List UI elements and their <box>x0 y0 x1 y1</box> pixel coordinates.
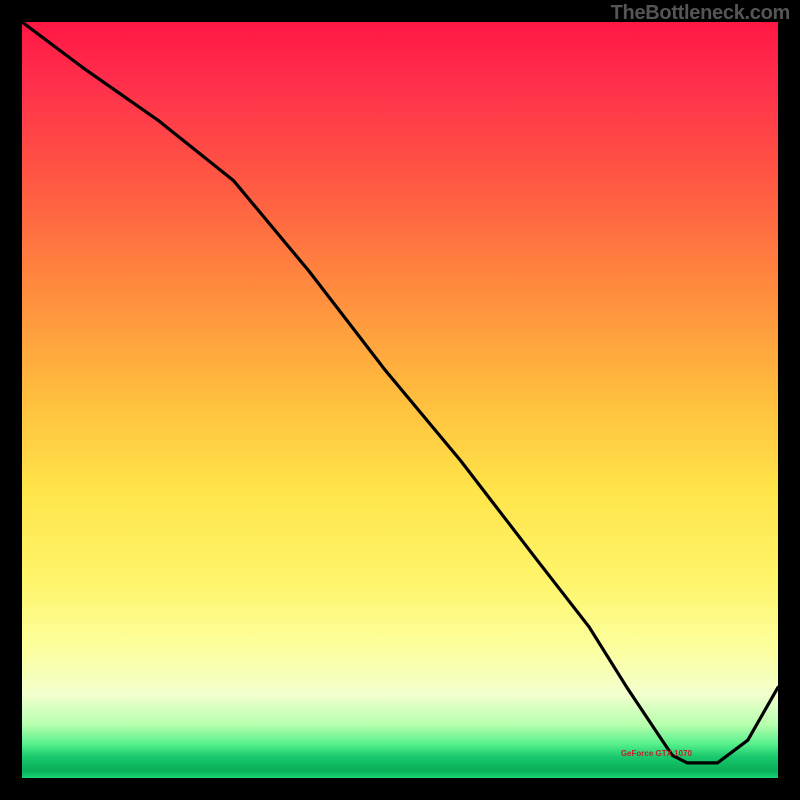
bottleneck-curve-path <box>22 22 778 763</box>
chart-frame: TheBottleneck.com GeForce GTX 1070 <box>0 0 800 800</box>
line-chart <box>22 22 778 778</box>
gpu-marker-label: GeForce GTX 1070 <box>621 749 692 758</box>
watermark-text: TheBottleneck.com <box>611 2 790 25</box>
